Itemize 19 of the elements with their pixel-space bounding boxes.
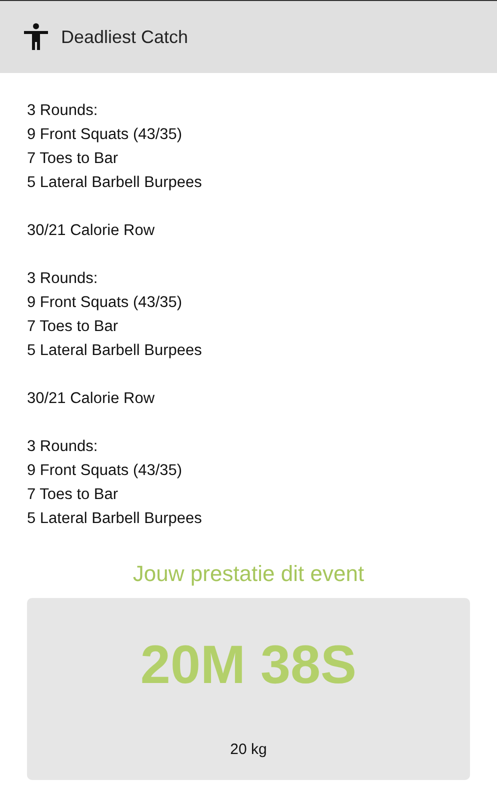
workout-line: 5 Lateral Barbell Burpees [27,509,203,529]
workout-line: 3 Rounds: [27,437,99,457]
workout-line: 5 Lateral Barbell Burpees [27,341,203,361]
performance-heading: Jouw prestatie dit event [132,560,366,588]
workout-line: 7 Toes to Bar [27,149,120,169]
workout-line: 3 Rounds: [27,101,99,121]
result-time: 20M 38S [140,634,357,696]
workout-line: 5 Lateral Barbell Burpees [27,173,203,193]
workout-line: 9 Front Squats (43/35) [27,125,184,145]
workout-line: 7 Toes to Bar [27,317,120,337]
workout-line: 9 Front Squats (43/35) [27,293,184,313]
workout-line: 30/21 Calorie Row [27,389,156,409]
page-title: Deadliest Catch [61,26,188,48]
workout-line: 3 Rounds: [27,269,99,289]
workout-line: 7 Toes to Bar [27,485,120,505]
workout-line: 30/21 Calorie Row [27,221,156,241]
result-weight: 20 kg [230,741,267,758]
person-icon [24,23,48,51]
workout-line: 9 Front Squats (43/35) [27,461,184,481]
